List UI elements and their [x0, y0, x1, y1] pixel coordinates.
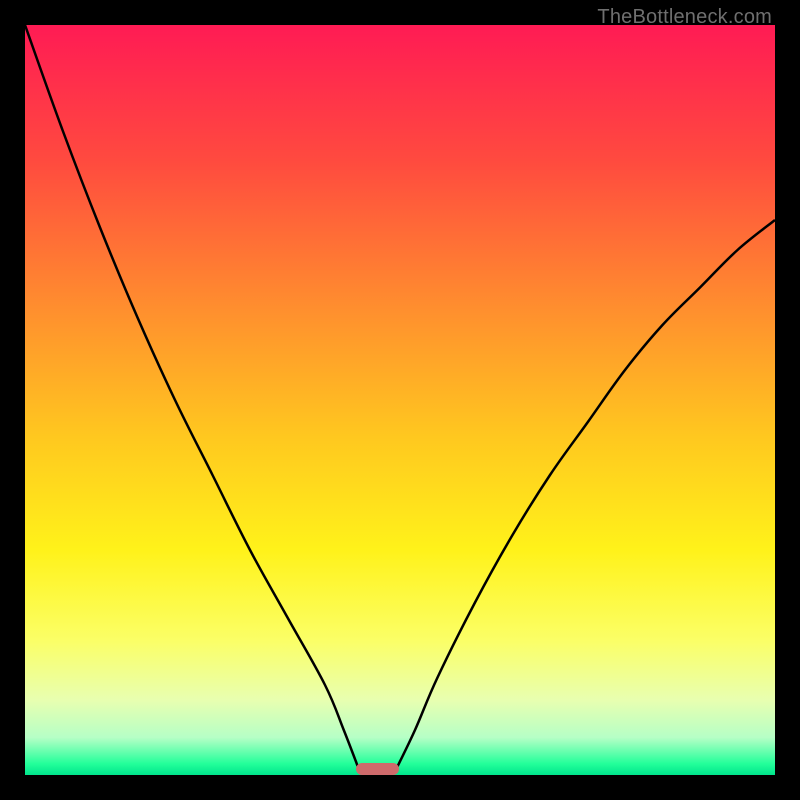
right-branch-path	[396, 220, 775, 769]
bottleneck-marker	[356, 763, 400, 775]
chart-frame: TheBottleneck.com	[0, 0, 800, 800]
plot-area	[25, 25, 775, 775]
watermark-text: TheBottleneck.com	[597, 6, 772, 29]
bottleneck-curves	[25, 25, 775, 775]
left-branch-path	[25, 25, 359, 769]
